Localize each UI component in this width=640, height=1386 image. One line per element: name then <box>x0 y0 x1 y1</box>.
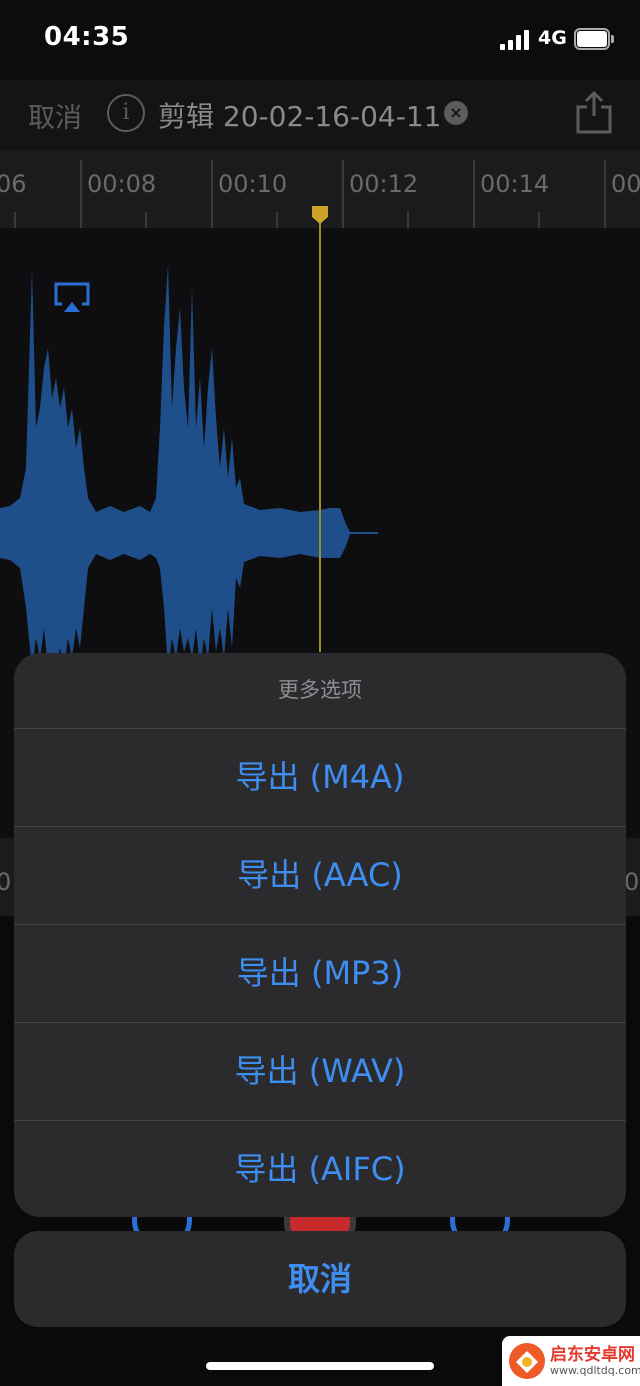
playhead-icon[interactable] <box>311 206 329 224</box>
action-sheet: 更多选项 导出 (M4A) 导出 (AAC) 导出 (MP3) 导出 (WAV)… <box>14 653 626 1217</box>
tick-label: 0 <box>624 868 640 896</box>
nav-cancel-button[interactable]: 取消 <box>28 96 82 135</box>
share-icon[interactable] <box>574 90 614 134</box>
home-indicator[interactable] <box>206 1362 434 1370</box>
action-sheet-title: 更多选项 <box>278 678 362 702</box>
signal-icon <box>500 30 530 50</box>
tick-label: 06 <box>0 170 27 198</box>
clear-icon[interactable]: × <box>444 101 468 125</box>
export-aifc-button[interactable]: 导出 (AIFC) <box>14 1120 626 1217</box>
tick-label: 00:14 <box>480 170 550 198</box>
status-time: 04:35 <box>44 22 130 52</box>
watermark-logo-icon <box>509 1343 545 1379</box>
info-icon[interactable]: i <box>107 94 145 132</box>
tick-label: 0 <box>0 868 12 896</box>
cancel-button[interactable]: 取消 <box>14 1231 626 1327</box>
tick-label: 00 <box>611 170 640 198</box>
recording-title[interactable]: 剪辑 20-02-16-04-11 <box>158 95 441 135</box>
watermark-name: 启东安卓网 <box>550 1345 635 1365</box>
status-bar: 04:35 4G <box>0 0 640 80</box>
playhead-line <box>319 208 321 652</box>
export-mp3-button[interactable]: 导出 (MP3) <box>14 924 626 1021</box>
tick-label: 00:08 <box>87 170 157 198</box>
tick-label: 00:10 <box>218 170 288 198</box>
watermark-url: www.qdltdq.com <box>550 1364 640 1377</box>
export-wav-button[interactable]: 导出 (WAV) <box>14 1022 626 1119</box>
export-m4a-button[interactable]: 导出 (M4A) <box>14 728 626 825</box>
watermark: 启东安卓网 www.qdltdq.com <box>502 1336 640 1386</box>
battery-icon <box>574 28 614 50</box>
network-type: 4G <box>538 27 567 49</box>
tick-label: 00:12 <box>349 170 419 198</box>
export-aac-button[interactable]: 导出 (AAC) <box>14 826 626 923</box>
